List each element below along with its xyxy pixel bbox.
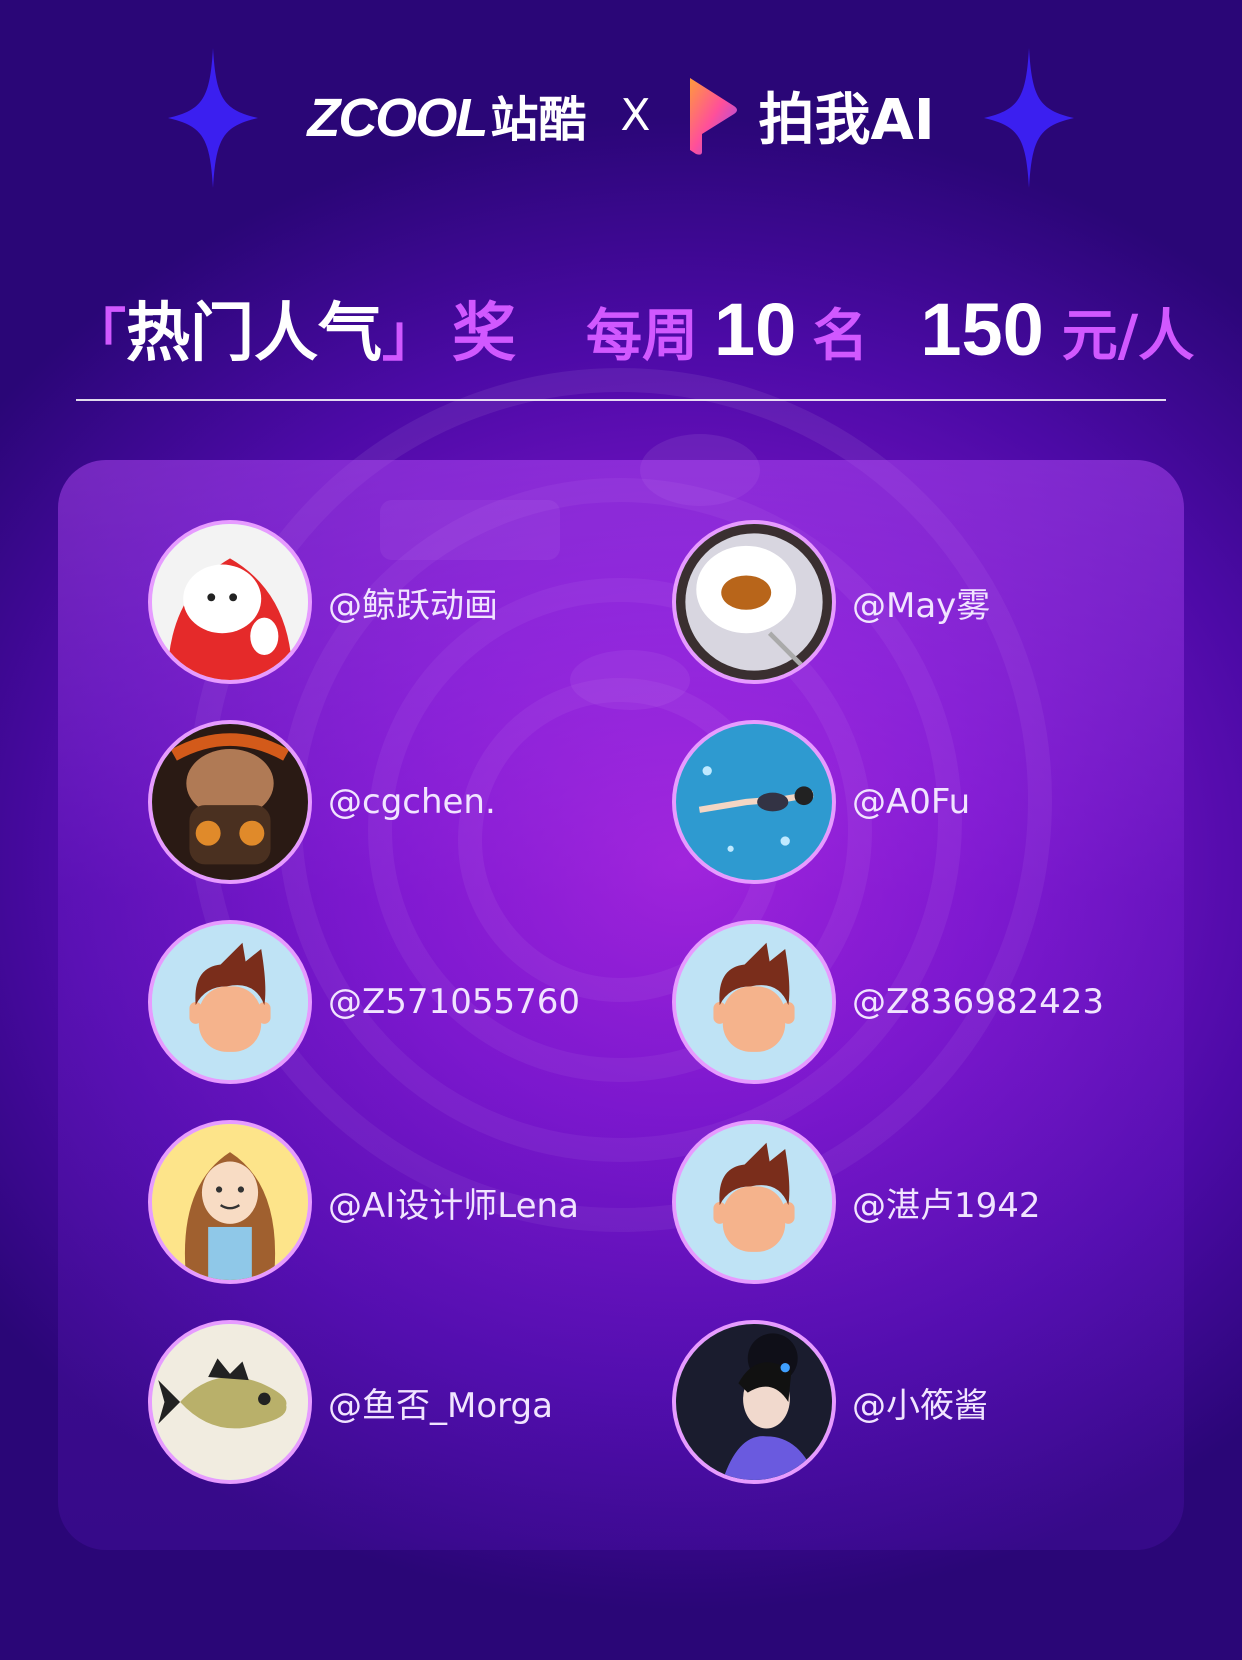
winner-item[interactable]: @鲸跃动画: [148, 517, 628, 687]
armored-face-avatar: [148, 720, 312, 884]
winner-handle: @小筱酱: [852, 1385, 988, 1426]
award-label: 奖: [452, 297, 516, 371]
zcool-logo-text: ZCOOL: [307, 88, 488, 148]
winner-handle: @湛卢1942: [852, 1185, 1041, 1226]
paiwo-play-icon: [690, 78, 738, 155]
prize-amount-unit: 元/人: [1061, 304, 1195, 369]
winner-count-unit: 名: [812, 304, 869, 369]
default-user-avatar: [148, 920, 312, 1084]
header-logos: ZCOOL 站酷 X 拍我AI: [0, 60, 1242, 170]
winner-handle: @cgchen.: [328, 782, 496, 822]
paiwo-logo-text: 拍我AI: [758, 87, 935, 153]
hanfu-woman-avatar: [672, 1320, 836, 1484]
winner-item[interactable]: @湛卢1942: [672, 1117, 1152, 1287]
winner-item[interactable]: @AI设计师Lena: [148, 1117, 628, 1287]
collab-separator: X: [620, 89, 651, 141]
winner-item[interactable]: @Z836982423: [672, 917, 1152, 1087]
winner-item[interactable]: @A0Fu: [672, 717, 1152, 887]
award-title: 「 热门人气 」 奖 每周 10 名 150 元/人: [70, 282, 1194, 371]
winner-handle: @Z836982423: [852, 982, 1104, 1022]
fish-avatar: [148, 1320, 312, 1484]
winner-handle: @Z571055760: [328, 982, 580, 1022]
title-divider: [76, 399, 1166, 401]
default-user-avatar: [672, 1120, 836, 1284]
zcool-logo-cn: 站酷: [490, 94, 587, 147]
red-hood-character-avatar: [148, 520, 312, 684]
winner-handle: @A0Fu: [852, 782, 971, 822]
zcool-logo: ZCOOL 站酷: [307, 80, 586, 150]
award-name: 热门人气: [126, 297, 382, 371]
weekly-label: 每周: [586, 304, 698, 369]
paiwo-ai-logo: 拍我AI: [684, 74, 935, 156]
winner-item[interactable]: @May雾: [672, 517, 1152, 687]
swimmer-avatar: [672, 720, 836, 884]
winner-handle: @May雾: [852, 585, 991, 626]
teacup-avatar: [672, 520, 836, 684]
winner-item[interactable]: @小筱酱: [672, 1317, 1152, 1487]
winner-handle: @鱼否_Morga: [328, 1385, 553, 1426]
winner-count: 10: [714, 288, 797, 371]
winner-item[interactable]: @cgchen.: [148, 717, 628, 887]
winner-handle: @AI设计师Lena: [328, 1185, 579, 1226]
title-bracket-close: 」: [382, 304, 438, 369]
title-bracket-open: 「: [70, 304, 126, 369]
winner-handle: @鲸跃动画: [328, 585, 498, 626]
default-user-avatar: [672, 920, 836, 1084]
winner-item[interactable]: @Z571055760: [148, 917, 628, 1087]
prize-amount: 150: [920, 288, 1044, 371]
cartoon-girl-avatar: [148, 1120, 312, 1284]
winner-item[interactable]: @鱼否_Morga: [148, 1317, 628, 1487]
